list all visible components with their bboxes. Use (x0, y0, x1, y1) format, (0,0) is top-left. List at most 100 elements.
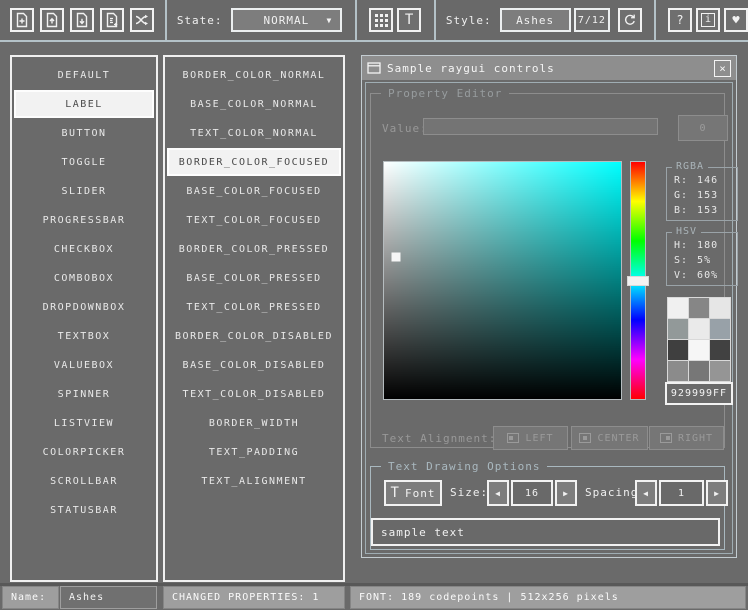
hue-bar[interactable] (630, 161, 646, 400)
export-style-button[interactable] (100, 8, 124, 32)
new-file-button[interactable] (10, 8, 34, 32)
info-icon: i (701, 13, 715, 27)
color-picker-panel[interactable] (383, 161, 622, 400)
control-list-item[interactable]: CHECKBOX (14, 235, 154, 263)
control-list-item[interactable]: SPINNER (14, 380, 154, 408)
font-panel-button[interactable]: T (397, 8, 421, 32)
palette-color-cell[interactable] (689, 340, 709, 360)
color-picker-cursor[interactable] (391, 252, 400, 261)
chevron-down-icon: ▼ (326, 16, 332, 25)
property-list-item[interactable]: TEXT_COLOR_PRESSED (167, 293, 341, 321)
about-button[interactable]: i (696, 8, 720, 32)
control-list-item[interactable]: COMBOBOX (14, 264, 154, 292)
property-list-item[interactable]: TEXT_COLOR_NORMAL (167, 119, 341, 147)
palette-color-cell[interactable] (710, 298, 730, 318)
control-list-item[interactable]: TOGGLE (14, 148, 154, 176)
toolbar-separator (355, 0, 357, 40)
align-right-button[interactable]: RIGHT (649, 426, 724, 450)
font-button[interactable]: T Font (384, 480, 442, 506)
property-list-item[interactable]: BASE_COLOR_FOCUSED (167, 177, 341, 205)
palette-color-cell[interactable] (689, 361, 709, 381)
font-T-icon: T (391, 486, 400, 500)
property-list-item[interactable]: TEXT_COLOR_DISABLED (167, 380, 341, 408)
reload-style-button[interactable] (618, 8, 642, 32)
control-list-item[interactable]: SLIDER (14, 177, 154, 205)
save-file-icon (74, 12, 90, 28)
property-list-item[interactable]: BORDER_COLOR_NORMAL (167, 61, 341, 89)
size-decrease-button[interactable]: ◀ (487, 480, 509, 506)
palette-color-cell[interactable] (668, 298, 688, 318)
palette-color-cell[interactable] (689, 319, 709, 339)
toolbar: State: NORMAL ▼ T Style: Ashes 7/12 ? (0, 0, 748, 42)
property-list-item[interactable]: TEXT_PADDING (167, 438, 341, 466)
palette-color-cell[interactable] (710, 340, 730, 360)
property-list-item-label: BORDER_WIDTH (209, 418, 299, 429)
property-list-item[interactable]: BORDER_WIDTH (167, 409, 341, 437)
style-name-value: Ashes (69, 592, 104, 603)
hex-color-textbox[interactable]: 929999FF (665, 382, 733, 405)
rguistyler-app: State: NORMAL ▼ T Style: Ashes 7/12 ? (0, 0, 748, 610)
control-list-item[interactable]: VALUEBOX (14, 351, 154, 379)
control-list-item[interactable]: COLORPICKER (14, 438, 154, 466)
property-list-item-label: TEXT_COLOR_DISABLED (183, 389, 326, 400)
randomize-style-button[interactable] (130, 8, 154, 32)
style-dropdown[interactable]: Ashes (500, 8, 571, 32)
control-list-item[interactable]: LISTVIEW (14, 409, 154, 437)
property-list-item[interactable]: TEXT_ALIGNMENT (167, 467, 341, 495)
control-list-item[interactable]: STATUSBAR (14, 496, 154, 524)
value-slider[interactable] (423, 118, 658, 135)
save-file-button[interactable] (70, 8, 94, 32)
align-left-button[interactable]: LEFT (493, 426, 568, 450)
align-center-label: CENTER (597, 433, 639, 444)
align-center-button[interactable]: CENTER (571, 426, 648, 450)
size-increase-button[interactable]: ▶ (555, 480, 577, 506)
palette-color-cell[interactable] (668, 319, 688, 339)
close-window-button[interactable]: × (714, 60, 731, 77)
icons-panel-button[interactable] (369, 8, 393, 32)
align-left-label: LEFT (525, 433, 553, 444)
hsv-row-v: V:60% (667, 268, 737, 283)
hsv-row-h: H:180 (667, 238, 737, 253)
property-list-item[interactable]: BASE_COLOR_NORMAL (167, 90, 341, 118)
property-list-item-label: TEXT_PADDING (209, 447, 299, 458)
control-list-item[interactable]: LABEL (14, 90, 154, 118)
control-list-item[interactable]: DROPDOWNBOX (14, 293, 154, 321)
help-button[interactable]: ? (668, 8, 692, 32)
toolbar-separator (165, 0, 167, 40)
sample-controls-window: Sample raygui controls × Property Editor… (361, 55, 737, 558)
palette-color-cell[interactable] (689, 298, 709, 318)
style-name-input[interactable]: Ashes (60, 586, 157, 609)
open-file-button[interactable] (40, 8, 64, 32)
control-list-item[interactable]: DEFAULT (14, 61, 154, 89)
value-box[interactable]: 0 (678, 115, 728, 141)
control-list-item-label: STATUSBAR (50, 505, 118, 516)
palette-color-cell[interactable] (710, 361, 730, 381)
size-valuebox[interactable]: 16 (511, 480, 553, 506)
control-list-item[interactable]: BUTTON (14, 119, 154, 147)
align-left-icon (507, 433, 519, 443)
control-list-item[interactable]: TEXTBOX (14, 322, 154, 350)
property-list-item[interactable]: BASE_COLOR_DISABLED (167, 351, 341, 379)
property-list-item[interactable]: BORDER_COLOR_DISABLED (167, 322, 341, 350)
spacing-increase-button[interactable]: ▶ (706, 480, 728, 506)
shuffle-icon (134, 12, 150, 28)
property-list-item[interactable]: BORDER_COLOR_FOCUSED (167, 148, 341, 176)
spacing-decrease-button[interactable]: ◀ (635, 480, 657, 506)
sponsor-button[interactable]: ♥ (724, 8, 748, 32)
property-list-item[interactable]: TEXT_COLOR_FOCUSED (167, 206, 341, 234)
h-label: H: (674, 238, 688, 253)
spacing-valuebox[interactable]: 1 (659, 480, 704, 506)
sample-text-input[interactable]: sample text (371, 518, 720, 546)
property-list-item[interactable]: BORDER_COLOR_PRESSED (167, 235, 341, 263)
properties-list-panel: BORDER_COLOR_NORMAL BASE_COLOR_NORMAL TE… (163, 55, 345, 582)
hue-slider-handle[interactable] (627, 276, 649, 286)
style-color-palette (667, 297, 731, 382)
palette-color-cell[interactable] (668, 361, 688, 381)
palette-color-cell[interactable] (710, 319, 730, 339)
control-list-item[interactable]: SCROLLBAR (14, 467, 154, 495)
control-list-item[interactable]: PROGRESSBAR (14, 206, 154, 234)
palette-color-cell[interactable] (668, 340, 688, 360)
window-titlebar[interactable]: Sample raygui controls × (362, 56, 736, 80)
state-dropdown[interactable]: NORMAL ▼ (231, 8, 343, 32)
property-list-item[interactable]: BASE_COLOR_PRESSED (167, 264, 341, 292)
